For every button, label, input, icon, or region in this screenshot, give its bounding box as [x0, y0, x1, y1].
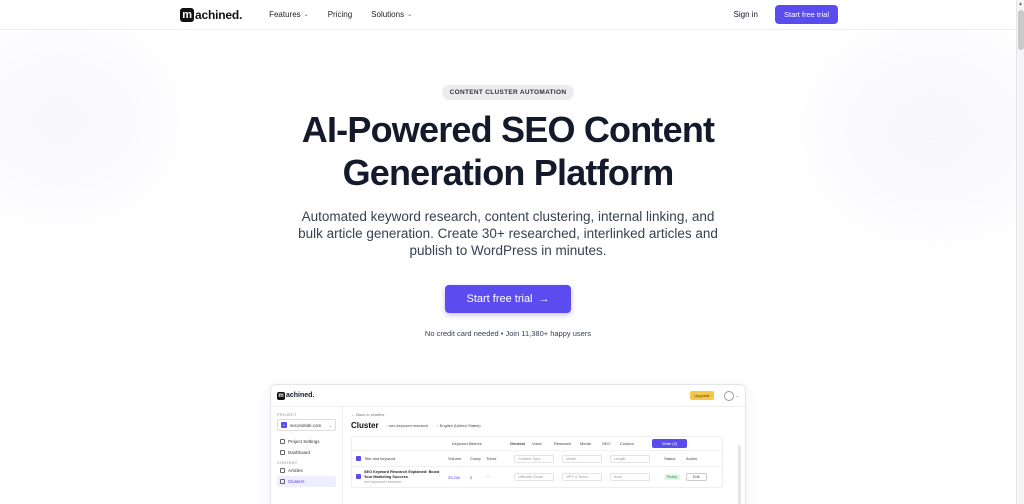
preview-select-content-type: Content Type: [514, 454, 554, 463]
preview-sidebar-item-label: Project Settings: [288, 439, 320, 444]
preview-row-length: Auto: [610, 473, 650, 481]
gear-icon: [280, 439, 285, 444]
product-preview: m achined. Upgrade ⌄ PROJECT s secondsit…: [270, 384, 746, 504]
document-icon: [280, 468, 285, 473]
avatar: [723, 390, 734, 401]
preview-col-trend: Trend: [486, 456, 497, 461]
hero-title: AI-Powered SEO Content Generation Platfo…: [0, 108, 1016, 194]
chevron-down-icon: ⌄: [735, 393, 739, 398]
preview-row-keyword: seo keyword research: [364, 479, 402, 484]
preview-row-title: SEO Keyword Research Explained: Boost Yo…: [364, 469, 440, 479]
hero-subtitle: Automated keyword research, content clus…: [298, 209, 718, 258]
preview-table: Keyword Metrics General Voice Research M…: [351, 436, 723, 488]
preview-tab: Custom: [620, 441, 634, 446]
arrow-right-icon: →: [538, 293, 550, 305]
preview-tag-language-text: English (United States): [439, 423, 481, 428]
preview-upgrade-button: Upgrade: [690, 391, 714, 400]
preview-col-volume: Volume: [448, 456, 462, 461]
preview-sidebar-item-dashboard: Dashboard: [277, 447, 336, 458]
hero-title-line2: Generation Platform: [342, 152, 675, 193]
preview-select-length: Length: [610, 454, 650, 463]
chevron-down-icon: ⌄: [407, 12, 413, 18]
scrollbar-thumb[interactable]: [1018, 10, 1024, 50]
preview-table-groups: Keyword Metrics General Voice Research M…: [352, 437, 722, 451]
logo[interactable]: m achined.: [180, 7, 243, 22]
scroll-up-icon[interactable]: ▲: [1018, 1, 1023, 7]
preview-col-title: Title and keyword: [364, 456, 396, 461]
preview-logo-mark: m: [277, 391, 285, 400]
preview-project-select: s secondsite.com ⌄: [277, 419, 336, 431]
preview-tag-keyword-text: seo keyword research: [389, 423, 429, 428]
hero-cta-label: Start free trial: [466, 293, 533, 305]
preview-tab: SEO: [602, 441, 611, 446]
preview-sidebar: PROJECT s secondsite.com ⌄ Project Setti…: [271, 407, 343, 504]
preview-main: ← Back to clusters Cluster ▫ seo keyword…: [343, 407, 745, 504]
preview-tab: Media: [580, 441, 591, 446]
preview-tab: General: [510, 441, 525, 446]
sign-in-link[interactable]: Sign in: [734, 10, 758, 19]
nav-pricing-label: Pricing: [327, 10, 353, 19]
preview-scrollbar: [738, 445, 741, 504]
hero-note: No credit card needed • Join 11,380+ hap…: [424, 329, 592, 338]
dashboard-icon: [280, 450, 285, 455]
chevron-down-icon: ⌄: [303, 12, 309, 18]
cluster-icon: [280, 479, 285, 484]
nav-solutions[interactable]: Solutions ⌄: [371, 10, 412, 19]
nav-features[interactable]: Features ⌄: [269, 10, 309, 19]
project-icon: s: [281, 422, 287, 428]
logo-mark: m: [180, 7, 194, 22]
preview-group-header: Keyword Metrics: [452, 441, 482, 446]
preview-sidebar-item-clusters: Clusters: [277, 476, 336, 487]
preview-row-content-type: Ultimate Guide: [514, 473, 554, 481]
preview-table-header: Title and keyword Volume Comp Trend Cont…: [352, 451, 722, 467]
top-nav: m achined. Features ⌄ Pricing Solutions …: [0, 0, 1016, 30]
preview-select-model: Model: [562, 454, 602, 463]
preview-heading-row: Cluster ▫ seo keyword research ◌ English…: [351, 421, 737, 430]
preview-tab: Research: [554, 441, 572, 446]
preview-sidebar-item-label: Clusters: [288, 479, 305, 484]
page-scrollbar[interactable]: ▲: [1016, 0, 1024, 504]
checkbox-icon: [356, 474, 361, 479]
trend-sparkline-icon: 〰: [486, 474, 490, 479]
preview-row-model: GPT-4 Turbo: [562, 473, 602, 481]
nav-pricing[interactable]: Pricing: [328, 10, 352, 19]
preview-row-title-cell: SEO Keyword Research Explained: Boost Yo…: [364, 470, 448, 485]
preview-topbar: m achined. Upgrade ⌄: [271, 385, 745, 407]
nav-links: Features ⌄ Pricing Solutions ⌄: [269, 10, 412, 19]
hero-section: CONTENT CLUSTER AUTOMATION AI-Powered SE…: [0, 30, 1016, 338]
chevron-down-icon: ⌄: [328, 422, 332, 428]
preview-sidebar-item-settings: Project Settings: [277, 436, 336, 447]
preview-sidebar-item-articles: Articles: [277, 465, 336, 476]
preview-tab: Voice: [532, 441, 542, 446]
logo-text: achined.: [195, 7, 243, 22]
preview-project-label: PROJECT: [277, 413, 297, 417]
preview-write-button: Write (2): [652, 439, 688, 448]
nav-actions: Sign in Start free trial: [734, 5, 838, 24]
preview-heading: Cluster: [351, 421, 379, 430]
hero-start-trial-button[interactable]: Start free trial →: [445, 285, 571, 313]
checkbox-icon: [356, 455, 361, 461]
preview-row-comp: 2: [470, 474, 473, 480]
preview-tag-language: ◌ English (United States): [436, 423, 481, 428]
table-row: SEO Keyword Research Explained: Boost Yo…: [352, 467, 722, 487]
preview-back-link: ← Back to clusters: [351, 412, 385, 417]
preview-logo: m achined.: [277, 391, 315, 400]
nav-features-label: Features: [269, 10, 301, 19]
preview-col-status: Status: [664, 456, 676, 461]
preview-col-action: Action: [686, 456, 698, 461]
status-badge: Ready: [664, 474, 681, 480]
hero-title-line1: AI-Powered SEO Content: [301, 109, 715, 150]
preview-sidebar-item-label: Articles: [288, 468, 303, 473]
nav-solutions-label: Solutions: [371, 10, 405, 19]
hero-badge: CONTENT CLUSTER AUTOMATION: [441, 85, 575, 100]
preview-sidebar-item-label: Dashboard: [288, 450, 311, 455]
preview-edit-button: Edit: [686, 473, 707, 481]
preview-body: PROJECT s secondsite.com ⌄ Project Setti…: [271, 407, 745, 504]
preview-col-comp: Comp: [470, 456, 481, 461]
preview-logo-text: achined.: [286, 392, 315, 399]
nav-start-trial-button[interactable]: Start free trial: [774, 5, 838, 24]
preview-tag-keyword: ▫ seo keyword research: [386, 423, 429, 428]
preview-row-volume: 33,200: [448, 474, 461, 480]
preview-project-name: secondsite.com: [290, 422, 322, 428]
